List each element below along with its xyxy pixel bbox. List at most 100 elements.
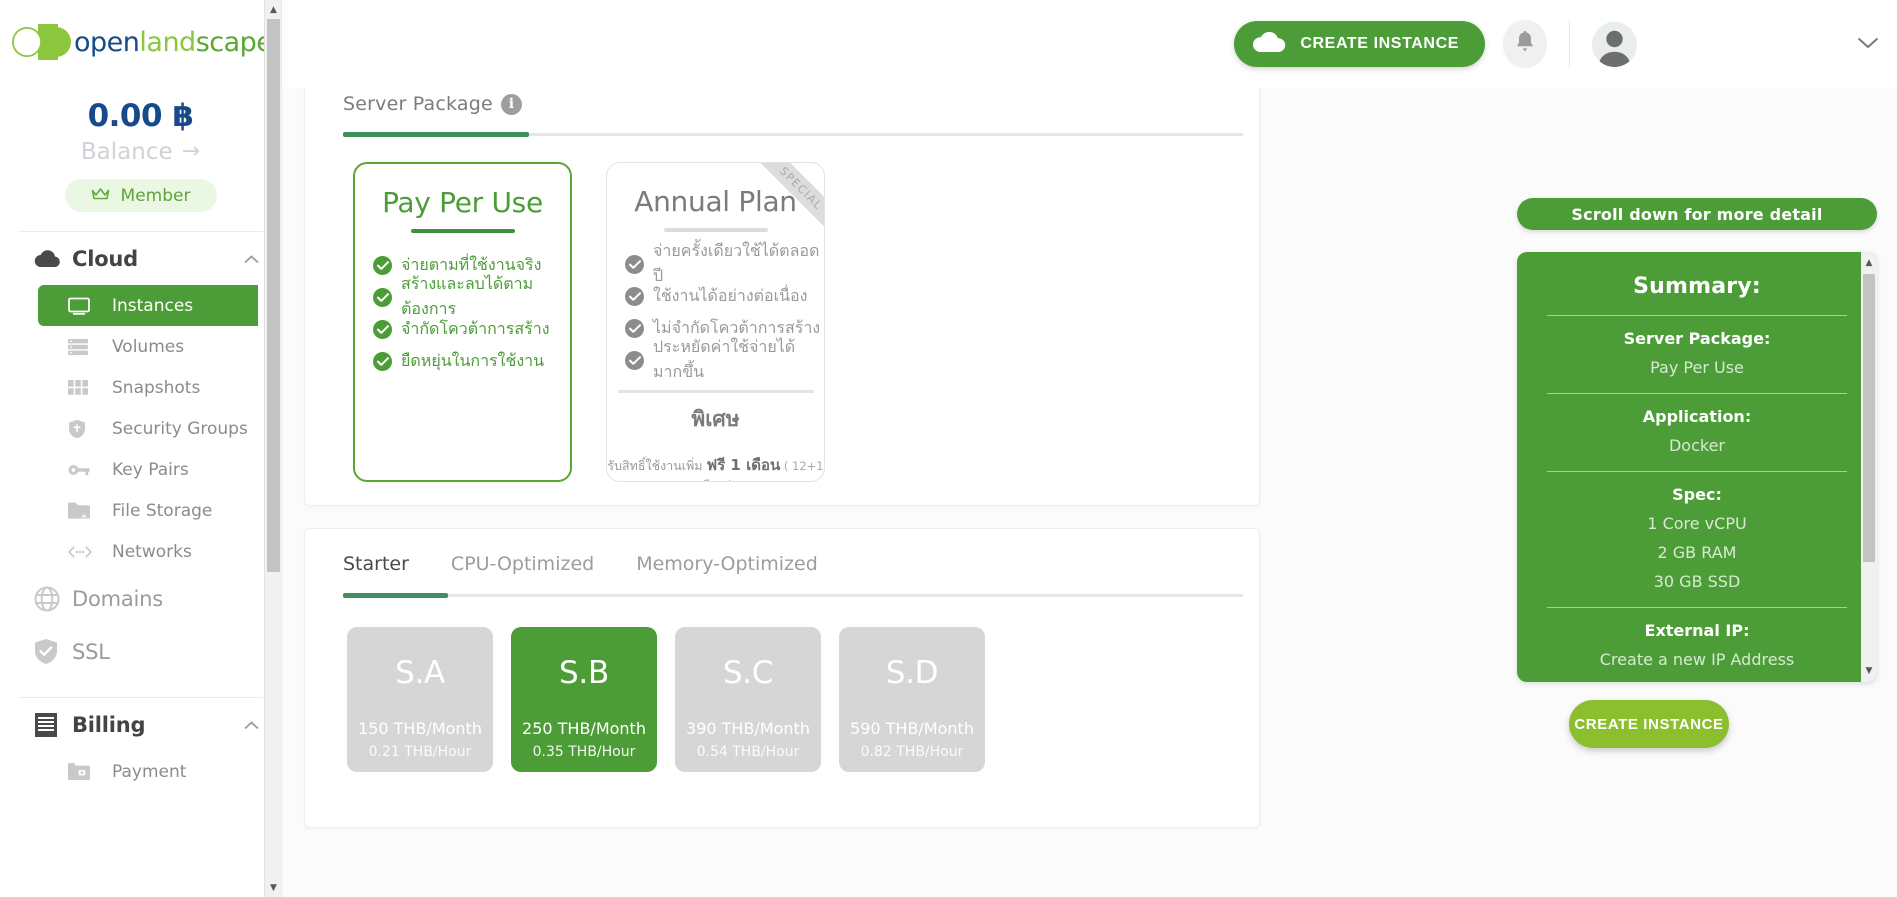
package-card-annual-plan[interactable]: SPECIAL Annual Plan จ่ายครั้งเดียวใช้ได้… xyxy=(606,162,825,482)
sidebar-item-payment[interactable]: Payment xyxy=(38,751,281,792)
brand-land: land xyxy=(139,26,196,58)
balance-link[interactable]: Balance → xyxy=(0,139,281,165)
sidebar-group-cloud[interactable]: Cloud xyxy=(0,232,281,285)
spec-card-hour-price: 0.54 THB/Hour xyxy=(696,744,800,760)
summary-divider xyxy=(1547,315,1847,316)
tab-starter[interactable]: Starter xyxy=(343,553,409,575)
check-circle-icon xyxy=(373,319,392,339)
list-item: จ่ายครั้งเดียวใช้ได้ตลอดปี xyxy=(625,241,824,285)
check-circle-icon xyxy=(625,254,644,274)
sidebar-item-volumes-label: Volumes xyxy=(112,336,185,357)
summary-value-spec-cpu: 1 Core vCPU xyxy=(1647,514,1747,533)
brand-scape: scape xyxy=(195,26,273,58)
special-heading: พิเศษ xyxy=(691,407,740,431)
create-instance-button-top[interactable]: CREATE INSTANCE xyxy=(1234,21,1485,67)
bell-icon xyxy=(1515,30,1535,58)
special-note: รับสิทธิ์ใช้งานเพิ่ม ฟรี 1 เดือน ( 12+1 … xyxy=(607,453,824,481)
summary-title: Summary: xyxy=(1633,274,1761,299)
check-circle-icon xyxy=(625,286,644,306)
sidebar-item-volumes[interactable]: Volumes xyxy=(38,326,281,367)
sidebar-item-ssl[interactable]: SSL xyxy=(0,625,281,678)
summary-scrollbar[interactable]: ▲ ▼ xyxy=(1861,252,1877,682)
summary-sidebar: Scroll down for more detail Summary: Ser… xyxy=(1517,198,1877,748)
cloud-icon-button xyxy=(1252,31,1286,58)
balance-label: Balance xyxy=(80,139,173,165)
scroll-up-arrow-icon[interactable]: ▲ xyxy=(265,0,281,19)
package-card-pay-per-use[interactable]: Pay Per Use จ่ายตามที่ใช้งานจริง สร้างแล… xyxy=(353,162,572,482)
list-item: ประหยัดค่าใช้จ่ายได้มากขึ้น xyxy=(625,337,824,381)
summary-scroll-down-arrow-icon[interactable]: ▼ xyxy=(1861,662,1877,680)
brand-wordmark: openlandscape xyxy=(74,26,273,58)
topbar: CREATE INSTANCE xyxy=(282,0,1897,88)
summary-value-server-package: Pay Per Use xyxy=(1650,358,1744,377)
scroll-down-hint-button[interactable]: Scroll down for more detail xyxy=(1517,198,1877,230)
sidebar-item-instances[interactable]: Instances xyxy=(38,285,258,326)
arrow-right-icon: → xyxy=(181,139,201,164)
summary-value-external-ip: Create a new IP Address xyxy=(1599,650,1795,669)
balance-amount: 0.00 ฿ xyxy=(87,98,194,134)
sidebar-group-billing-label: Billing xyxy=(72,712,146,737)
sidebar-item-networks[interactable]: Networks xyxy=(38,531,281,572)
list-item: ยืดหยุ่นในการใช้งาน xyxy=(373,345,570,377)
server-package-underline-active xyxy=(343,132,529,137)
sidebar-group-billing[interactable]: Billing xyxy=(0,698,281,751)
brand-logo[interactable]: openlandscape xyxy=(12,22,281,62)
summary-divider xyxy=(1547,393,1847,394)
cloud-icon xyxy=(34,249,72,268)
tab-memory-optimized[interactable]: Memory-Optimized xyxy=(636,553,818,575)
volumes-icon xyxy=(68,338,112,355)
check-circle-icon xyxy=(373,351,392,371)
avatar[interactable] xyxy=(1592,21,1637,67)
spec-tabs: Starter CPU-Optimized Memory-Optimized xyxy=(305,529,1259,575)
sidebar-scrollbar[interactable]: ▲ ▼ xyxy=(264,0,281,897)
sidebar-item-networks-label: Networks xyxy=(112,541,192,562)
sidebar-item-security-groups-label: Security Groups xyxy=(112,418,248,439)
create-instance-button-bottom[interactable]: CREATE INSTANCE xyxy=(1569,700,1729,748)
special-ribbon-label: SPECIAL xyxy=(753,163,824,236)
spec-tabs-underline xyxy=(343,593,1243,598)
package-feature-label: จ่ายครั้งเดียวใช้ได้ตลอดปี xyxy=(653,241,820,285)
summary-value-spec-ssd: 30 GB SSD xyxy=(1653,572,1741,591)
shield-icon xyxy=(68,419,112,439)
check-circle-icon xyxy=(373,255,392,275)
server-spec-panel: Starter CPU-Optimized Memory-Optimized S… xyxy=(304,528,1260,828)
sidebar-item-key-pairs[interactable]: Key Pairs xyxy=(38,449,281,490)
summary-scrollbar-thumb[interactable] xyxy=(1863,274,1875,562)
notifications-button[interactable] xyxy=(1503,20,1547,68)
spec-card-name: S.D xyxy=(885,655,939,691)
spec-card-sd[interactable]: S.D 590 THB/Month 0.82 THB/Hour xyxy=(839,627,985,772)
user-menu-chevron-down-icon[interactable] xyxy=(1857,34,1879,54)
scroll-down-arrow-icon[interactable]: ▼ xyxy=(265,878,281,897)
summary-key-external-ip: External IP: xyxy=(1644,621,1750,640)
page-title: Server Package xyxy=(343,93,493,115)
monitor-icon xyxy=(68,297,112,315)
crown-icon xyxy=(91,186,110,205)
spec-card-hour-price: 0.35 THB/Hour xyxy=(532,744,636,760)
sidebar-item-snapshots-label: Snapshots xyxy=(112,377,201,398)
chevron-up-icon-billing xyxy=(244,716,259,734)
server-package-panel: Server Package i Pay Per Use จ่ายตามที่ใ… xyxy=(304,66,1260,506)
spec-card-sb[interactable]: S.B 250 THB/Month 0.35 THB/Hour xyxy=(511,627,657,772)
package-feature-list: จ่ายครั้งเดียวใช้ได้ตลอดปี ใช้งานได้อย่า… xyxy=(607,241,824,381)
spec-tabs-underline-active xyxy=(343,593,448,598)
sidebar-scrollbar-thumb[interactable] xyxy=(267,19,280,572)
package-feature-label: สร้างและลบได้ตามต้องการ xyxy=(401,274,534,318)
network-icon xyxy=(68,545,112,558)
check-circle-icon xyxy=(625,318,644,338)
summary-key-application: Application: xyxy=(1642,407,1752,426)
info-icon[interactable]: i xyxy=(500,93,522,115)
sidebar-item-domains[interactable]: Domains xyxy=(0,572,281,625)
sidebar-item-security-groups[interactable]: Security Groups xyxy=(38,408,281,449)
sidebar-item-file-storage[interactable]: File Storage xyxy=(38,490,281,531)
key-icon xyxy=(68,464,112,476)
spec-card-sc[interactable]: S.C 390 THB/Month 0.54 THB/Hour xyxy=(675,627,821,772)
tab-cpu-optimized[interactable]: CPU-Optimized xyxy=(451,553,594,575)
sidebar-item-snapshots[interactable]: Snapshots xyxy=(38,367,281,408)
spec-card-hour-price: 0.21 THB/Hour xyxy=(368,744,472,760)
spec-card-sa[interactable]: S.A 150 THB/Month 0.21 THB/Hour xyxy=(347,627,493,772)
globe-icon xyxy=(34,586,72,612)
spec-cards-row: S.A 150 THB/Month 0.21 THB/Hour S.B 250 … xyxy=(305,597,1259,772)
summary-scroll-up-arrow-icon[interactable]: ▲ xyxy=(1861,254,1877,272)
package-card-title: Pay Per Use xyxy=(382,186,543,219)
member-badge[interactable]: Member xyxy=(64,179,217,212)
